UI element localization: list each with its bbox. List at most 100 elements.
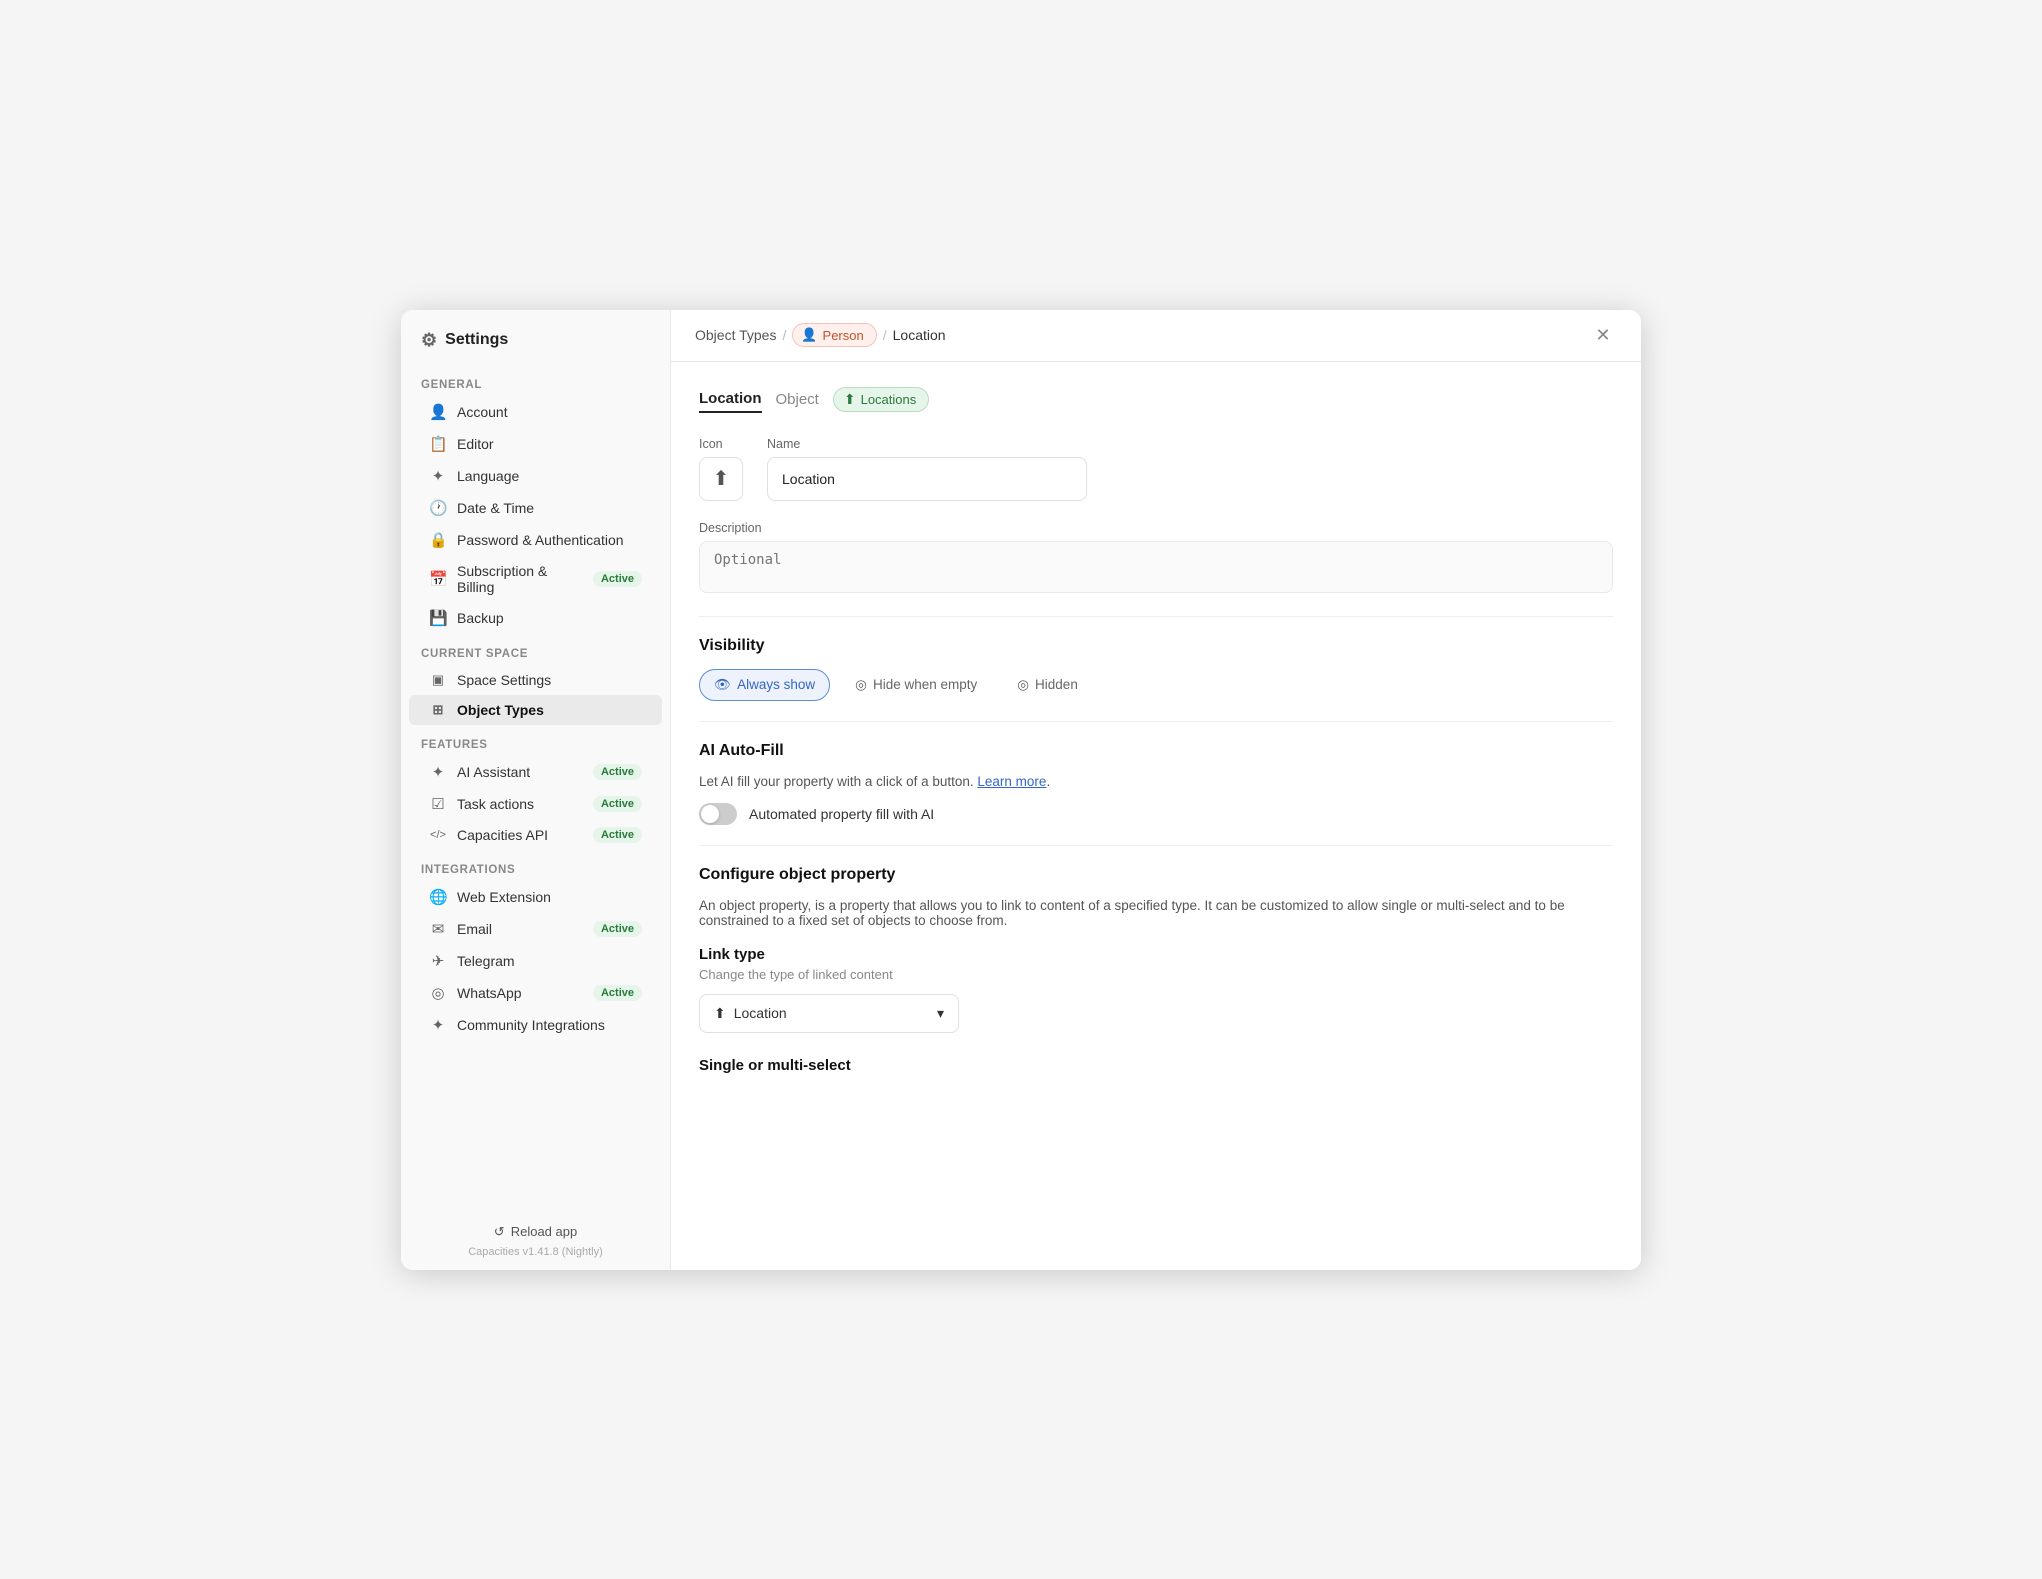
hide-when-empty-button[interactable]: ◎ Hide when empty <box>840 669 992 701</box>
icon-label: Icon <box>699 437 743 451</box>
sidebar-header: ⚙ Settings <box>401 310 670 365</box>
sidebar-item-label: WhatsApp <box>457 985 522 1001</box>
sidebar-item-backup[interactable]: 💾 Backup <box>409 602 662 634</box>
integrations-section-label: Integrations <box>401 850 670 881</box>
billing-badge: Active <box>593 571 642 587</box>
app-title: Settings <box>445 331 508 349</box>
eye-icon: 👁 <box>714 677 731 693</box>
whatsapp-badge: Active <box>593 985 642 1001</box>
link-type-label: Link type <box>699 946 1613 963</box>
toggle-row: Automated property fill with AI <box>699 803 1613 825</box>
billing-icon: 📅 <box>429 570 447 588</box>
form-icon-name-row: Icon ⬆ Name <box>699 437 1613 501</box>
hide-when-empty-label: Hide when empty <box>873 677 977 692</box>
whatsapp-icon: ◎ <box>429 984 447 1002</box>
sidebar-item-ai-assistant[interactable]: ✦ AI Assistant Active <box>409 756 662 788</box>
person-icon: 👤 <box>801 327 817 343</box>
sidebar-item-label: Task actions <box>457 796 534 812</box>
toggle-knob <box>701 805 719 823</box>
desc-label: Description <box>699 521 1613 535</box>
link-type-value: ⬆ Location <box>714 1005 787 1022</box>
sidebar-item-telegram[interactable]: ✈ Telegram <box>409 945 662 977</box>
sidebar-item-label: Community Integrations <box>457 1017 605 1033</box>
ai-toggle[interactable] <box>699 803 737 825</box>
locations-badge-icon: ⬆ <box>844 391 856 408</box>
breadcrumb-person[interactable]: 👤 Person <box>792 323 876 347</box>
hidden-button[interactable]: ◎ Hidden <box>1002 669 1093 701</box>
sidebar-item-community[interactable]: ✦ Community Integrations <box>409 1009 662 1041</box>
reload-app-button[interactable]: ↺ Reload app <box>421 1224 650 1240</box>
task-icon: ☑ <box>429 795 447 813</box>
name-label: Name <box>767 437 1087 451</box>
sidebar-item-language[interactable]: ✦ Language <box>409 460 662 492</box>
breadcrumb-object-types[interactable]: Object Types <box>695 327 776 343</box>
link-type-icon: ⬆ <box>714 1005 726 1022</box>
sidebar-item-task-actions[interactable]: ☑ Task actions Active <box>409 788 662 820</box>
sidebar-item-editor[interactable]: 📋 Editor <box>409 428 662 460</box>
configure-title: Configure object property <box>699 866 1613 884</box>
divider-2 <box>699 721 1613 722</box>
sidebar-item-label: Account <box>457 404 508 420</box>
lock-icon: 🔒 <box>429 531 447 549</box>
space-settings-icon: ▣ <box>429 672 447 688</box>
sidebar-item-label: Object Types <box>457 702 544 718</box>
sidebar-item-label: Capacities API <box>457 827 548 843</box>
visibility-title: Visibility <box>699 637 1613 655</box>
close-icon: ✕ <box>1595 325 1610 346</box>
tab-object[interactable]: Object <box>768 387 827 412</box>
features-section-label: Features <box>401 725 670 756</box>
gear-icon: ⚙ <box>421 330 437 351</box>
locations-badge-label: Locations <box>861 392 917 407</box>
sidebar-item-space-settings[interactable]: ▣ Space Settings <box>409 665 662 695</box>
breadcrumb-sep2: / <box>883 327 887 343</box>
hide-icon: ◎ <box>855 677 867 693</box>
sidebar-item-account[interactable]: 👤 Account <box>409 396 662 428</box>
chevron-down-icon: ▾ <box>937 1005 944 1022</box>
sidebar-item-object-types[interactable]: ⊞ Object Types <box>409 695 662 725</box>
sidebar-item-password[interactable]: 🔒 Password & Authentication <box>409 524 662 556</box>
learn-more-link[interactable]: Learn more <box>977 774 1046 789</box>
general-section-label: General <box>401 365 670 396</box>
api-badge: Active <box>593 827 642 843</box>
sidebar-item-whatsapp[interactable]: ◎ WhatsApp Active <box>409 977 662 1009</box>
ai-desc-before: Let AI fill your property with a click o… <box>699 774 977 789</box>
topbar: Object Types / 👤 Person / Location ✕ <box>671 310 1641 362</box>
sidebar-item-label: Web Extension <box>457 889 551 905</box>
tab-row: Location Object ⬆ Locations <box>699 386 1613 413</box>
visibility-section: Visibility 👁 Always show ◎ Hide when emp… <box>699 637 1613 701</box>
name-input[interactable] <box>767 457 1087 501</box>
breadcrumb-sep1: / <box>782 327 786 343</box>
sidebar-item-datetime[interactable]: 🕐 Date & Time <box>409 492 662 524</box>
breadcrumb-person-label: Person <box>823 328 864 343</box>
email-badge: Active <box>593 921 642 937</box>
ai-autofill-section: AI Auto-Fill Let AI fill your property w… <box>699 742 1613 825</box>
single-multi-title: Single or multi-select <box>699 1057 1613 1074</box>
sidebar-item-label: Password & Authentication <box>457 532 624 548</box>
always-show-button[interactable]: 👁 Always show <box>699 669 830 701</box>
object-types-icon: ⊞ <box>429 702 447 718</box>
ai-icon: ✦ <box>429 763 447 781</box>
sidebar-footer: ↺ Reload app Capacities v1.41.8 (Nightly… <box>401 1208 670 1270</box>
sidebar-item-label: AI Assistant <box>457 764 530 780</box>
divider-1 <box>699 616 1613 617</box>
sidebar-item-email[interactable]: ✉ Email Active <box>409 913 662 945</box>
tab-locations-badge[interactable]: ⬆ Locations <box>833 387 929 412</box>
desc-input[interactable] <box>699 541 1613 593</box>
clock-icon: 🕐 <box>429 499 447 517</box>
sidebar-item-web-extension[interactable]: 🌐 Web Extension <box>409 881 662 913</box>
icon-picker[interactable]: ⬆ <box>699 457 743 501</box>
ai-autofill-desc: Let AI fill your property with a click o… <box>699 774 1613 789</box>
sidebar-item-label: Backup <box>457 610 504 626</box>
link-type-select[interactable]: ⬆ Location ▾ <box>699 994 959 1033</box>
sidebar-item-billing[interactable]: 📅 Subscription & Billing Active <box>409 556 662 602</box>
language-icon: ✦ <box>429 467 447 485</box>
breadcrumb: Object Types / 👤 Person / Location <box>695 323 946 347</box>
always-show-label: Always show <box>737 677 815 692</box>
tab-location[interactable]: Location <box>699 386 762 413</box>
community-icon: ✦ <box>429 1016 447 1034</box>
sidebar-item-capacities-api[interactable]: </> Capacities API Active <box>409 820 662 850</box>
account-icon: 👤 <box>429 403 447 421</box>
configure-desc: An object property, is a property that a… <box>699 898 1613 928</box>
close-button[interactable]: ✕ <box>1589 321 1617 349</box>
divider-3 <box>699 845 1613 846</box>
